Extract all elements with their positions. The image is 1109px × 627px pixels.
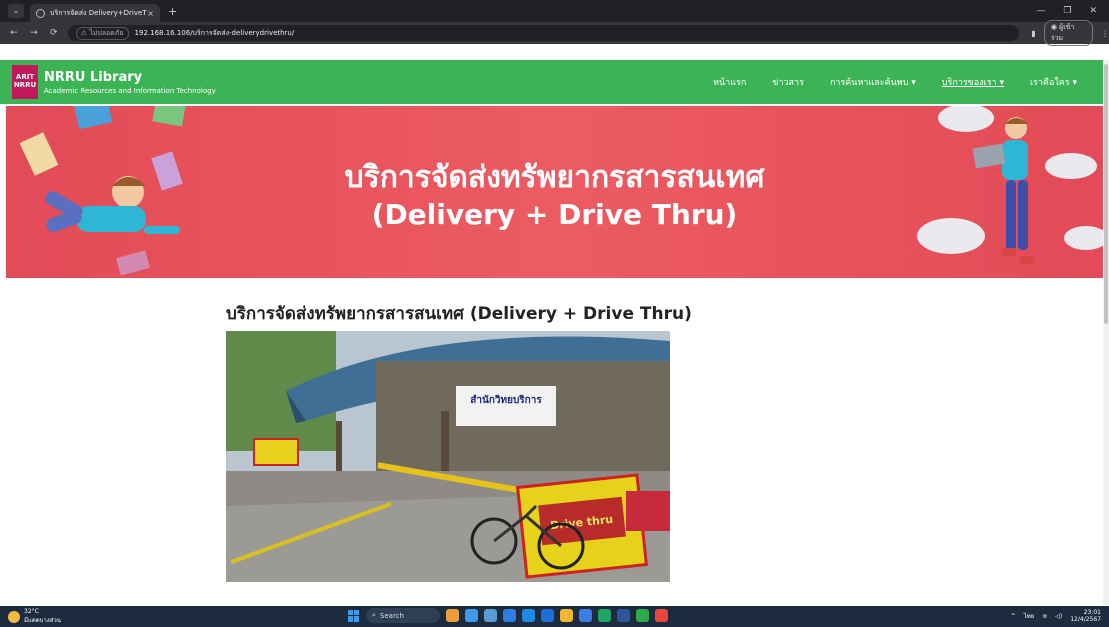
site-header: ARIT NRRU NRRU Library Academic Resource… (0, 60, 1103, 104)
taskbar-search[interactable]: ⌕ Search (366, 608, 440, 623)
clock-date: 12/4/2567 (1070, 616, 1101, 624)
menu-item-about-us[interactable]: เราคือใคร ▾ (1030, 75, 1077, 89)
menu-item-our-services[interactable]: บริการของเรา ▾ (942, 75, 1004, 89)
taskbar-clock[interactable]: 23:01 12/4/2567 (1070, 609, 1101, 623)
browser-tab-bar: ⌄ บริการจัดส่ง Delivery+DriveThru × + — … (0, 0, 1109, 22)
hero-title-line-1: บริการจัดส่งทรัพยากรสารสนเทศ (344, 160, 765, 195)
menu-item-news[interactable]: ข่าวสาร (772, 75, 804, 89)
system-tray: ^ ไทย ≋ ◁) 23:01 12/4/2567 (1011, 609, 1101, 623)
chrome-icon[interactable] (655, 609, 668, 622)
book-icon (116, 250, 150, 276)
weather-text: มีแดดบางส่วน (24, 617, 61, 624)
task-view-icon[interactable] (465, 609, 478, 622)
main-menu: หน้าแรก ข่าวสาร การค้นหาและค้นพบ ▾ บริกา… (713, 75, 1077, 89)
wifi-icon[interactable]: ≋ (1042, 613, 1047, 620)
drive-thru-photo: สำนักวิทยบริการ Drive thru (226, 331, 670, 582)
windows-taskbar: 32°C มีแดดบางส่วน ⌕ Search ^ ไทย ≋ ◁) 23… (0, 606, 1109, 627)
weather-temp: 32°C (24, 608, 39, 615)
not-secure-label: ไม่ปลอดภัย (89, 28, 124, 37)
book-icon (73, 106, 113, 130)
restore-icon[interactable]: ❐ (1063, 6, 1071, 16)
profile-button[interactable]: ◉ ผู้เข้าร่วม (1043, 20, 1093, 46)
url-text: 192.168.16.106/บริการจัดส่ง-deliverydriv… (134, 28, 295, 37)
tab-search-button[interactable]: ⌄ (8, 4, 24, 18)
close-window-icon[interactable]: ✕ (1089, 6, 1097, 16)
menu-item-search-discovery[interactable]: การค้นหาและค้นพบ ▾ (830, 75, 916, 89)
weather-widget[interactable]: 32°C มีแดดบางส่วน (8, 608, 61, 625)
page-scrollbar[interactable] (1103, 60, 1109, 605)
sidepanel-icon[interactable]: ▮ (1031, 29, 1035, 38)
arit-logo[interactable]: ARIT NRRU (12, 65, 38, 99)
logo-line-2: NRRU (13, 81, 37, 89)
hero-title-line-2: (Delivery + Drive Thru) (371, 198, 738, 231)
tray-chevron-icon[interactable]: ^ (1011, 613, 1016, 620)
forward-icon[interactable]: → (28, 28, 40, 38)
clock-time: 23:01 (1083, 609, 1101, 616)
library-sign (456, 386, 556, 426)
back-icon[interactable]: ← (8, 28, 20, 38)
taskbar-apps: ⌕ Search (348, 608, 668, 623)
widgets-icon[interactable] (446, 609, 459, 622)
app-icon[interactable] (598, 609, 611, 622)
word-icon[interactable] (617, 609, 630, 622)
brand-name: NRRU Library (44, 69, 143, 85)
search-icon: ⌕ (372, 611, 376, 619)
app-icon[interactable] (636, 609, 649, 622)
book-icon (152, 106, 186, 127)
tab-title: บริการจัดส่ง Delivery+DriveThru (50, 8, 147, 17)
library-sign-text: สำนักวิทยบริการ (470, 394, 542, 406)
profile-label: ผู้เข้าร่วม (1050, 23, 1075, 42)
store-icon[interactable] (522, 609, 535, 622)
minimize-icon[interactable]: — (1036, 6, 1045, 16)
file-explorer-icon[interactable] (560, 609, 573, 622)
not-secure-badge[interactable]: ⚠ ไม่ปลอดภัย (75, 26, 129, 40)
scrollbar-thumb[interactable] (1104, 64, 1108, 324)
menu-item-home[interactable]: หน้าแรก (713, 75, 746, 89)
reload-icon[interactable]: ⟳ (48, 28, 60, 38)
page-title: บริการจัดส่งทรัพยากรสารสนเทศ (Delivery +… (226, 304, 692, 324)
language-indicator[interactable]: ไทย (1024, 611, 1035, 621)
address-toolbar: ← → ⟳ ⚠ ไม่ปลอดภัย 192.168.16.106/บริการ… (0, 20, 1109, 46)
start-button[interactable] (348, 609, 360, 622)
weather-sun-icon (8, 610, 20, 623)
brand-subtitle: Academic Resources and Information Techn… (44, 86, 216, 95)
menu-kebab-icon[interactable]: ⋮ (1101, 29, 1109, 38)
brand[interactable]: NRRU Library Academic Resources and Info… (44, 70, 216, 95)
window-controls: — ❐ ✕ (1036, 6, 1097, 16)
cloud-icon (938, 106, 994, 132)
new-tab-button[interactable]: + (168, 5, 177, 18)
app-icon[interactable] (541, 609, 554, 622)
app-icon[interactable] (484, 609, 497, 622)
site-favicon-icon (36, 8, 45, 18)
browser-tab[interactable]: บริการจัดส่ง Delivery+DriveThru × (30, 4, 160, 22)
search-label: Search (379, 611, 404, 620)
app-icon[interactable] (503, 609, 516, 622)
edge-icon[interactable] (579, 609, 592, 622)
toolbar-right: ▮ ◉ ผู้เข้าร่วม ⋮ (1031, 20, 1109, 46)
drive-thru-photo-drawing: สำนักวิทยบริการ Drive thru (226, 331, 670, 582)
tab-close-icon[interactable]: × (147, 9, 154, 18)
url-bar[interactable]: ⚠ ไม่ปลอดภัย 192.168.16.106/บริการจัดส่ง… (67, 25, 1020, 41)
volume-icon[interactable]: ◁) (1055, 613, 1062, 620)
hero-banner: บริการจัดส่งทรัพยากรสารสนเทศ (Delivery +… (6, 106, 1103, 278)
